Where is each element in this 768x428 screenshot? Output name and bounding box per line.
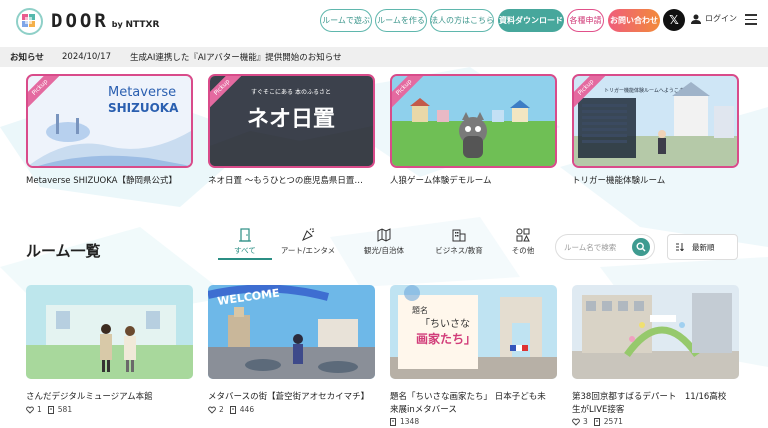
view-count-icon [390,417,396,426]
room-card-thumbnail-3[interactable]: 題名 「ちいさな 画家たち」 [390,285,557,379]
pickup-1-thumb-text-2: SHIZUOKA [108,101,179,115]
pickup-2-thumb-text-1: ネオ日置 [247,107,335,132]
pickup-thumbnail: トリガー機能体験ルームへようこそ [574,76,737,166]
logo-by: by [111,19,123,29]
nav-corporate-button[interactable]: 法人の方はこちら [430,9,494,32]
room-title-4[interactable]: 第38回京都すばるデパート 11/16高校 生がLIVE接客 [572,391,744,417]
sort-label: 最新順 [692,242,715,252]
pickup-1-thumb-text-1: Metaverse [108,85,176,100]
heart-icon [26,406,34,414]
room-card-thumbnail-1[interactable] [26,285,193,379]
user-icon [691,14,701,24]
map-icon [377,228,391,242]
room-thumbnail: WELCOME [208,285,375,379]
heart-icon [572,418,580,426]
notice-label: お知らせ [10,53,44,63]
site-header: DOOR by NTTXR ルームで遊ぶ ルームを作る 法人の方はこちら 資料ダ… [0,0,768,42]
category-label: 観光/自治体 [363,246,405,255]
room-title-3-line-2: 来展inメタバース [390,405,457,415]
pickup-title-1[interactable]: Metaverse SHIZUOKA【静岡県公式】 [26,174,177,186]
sort-icon [676,243,684,251]
door-logo[interactable]: DOOR by NTTXR [16,7,159,35]
category-label: その他 [511,246,535,255]
room-3-thumb-text-2: 「ちいさな [420,318,470,330]
room-stats-2: 2 446 [208,405,260,414]
room-title-2[interactable]: メタバースの街【蒼空街アオセカイマチ】 [208,391,380,404]
room-card-thumbnail-2[interactable]: WELCOME [208,285,375,379]
nav-play-room-button[interactable]: ルームで遊ぶ [320,9,372,32]
logo-brand: NTTXR [125,19,160,30]
view-count: 446 [239,405,255,414]
download-materials-button[interactable]: 資料ダウンロード [498,9,564,32]
category-label: すべて [234,246,256,255]
room-title-1[interactable]: さんだデジタルミュージアム本館 [26,391,196,404]
search-button[interactable] [632,238,650,256]
like-count: 1 [37,405,42,414]
room-stats-4: 3 2571 [572,417,629,426]
room-title-4-line-2: 生がLIVE接客 [572,405,625,415]
pickup-thumbnail: すぐそこにある 本のふるさと ネオ日置 [210,76,373,166]
room-title-3[interactable]: 題名「ちいさな画家たち」 日本子ども未 来展inメタバース [390,391,562,417]
pickup-thumbnail: Metaverse SHIZUOKA [28,76,191,166]
pickup-thumbnail [392,76,555,166]
room-search-input[interactable] [564,242,628,252]
logo-text: DOOR [51,10,109,32]
room-thumbnail [572,285,739,379]
view-count: 581 [57,405,73,414]
notice-link[interactable]: 生成AI連携した『AIアバター機能』提供開始のお知らせ [130,51,342,63]
pickup-title-3[interactable]: 人狼ゲーム体験デモルーム [390,174,492,186]
category-tab-art[interactable]: アート/エンタメ [275,228,341,256]
room-3-thumb-text-3: 画家たち」 [416,331,476,346]
pickup-2-thumb-text-2: すぐそこにある 本のふるさと [251,88,331,96]
pickup-card-neo-hioki[interactable]: Pickup すぐそこにある 本のふるさと ネオ日置 [208,74,375,168]
building-icon [452,229,466,242]
category-label: ビジネス/教育 [435,246,483,255]
view-count: 1348 [400,417,420,426]
category-tab-business[interactable]: ビジネス/教育 [431,228,487,256]
room-stats-1: 1 581 [26,405,78,414]
pickup-card-werewolf[interactable]: Pickup [390,74,557,168]
pickup-card-trigger[interactable]: Pickup トリガー機能体験ルームへようこそ [572,74,739,168]
nav-create-room-button[interactable]: ルームを作る [375,9,427,32]
x-social-icon[interactable]: 𝕏 [663,9,685,31]
room-list-title: ルーム一覧 [26,242,101,260]
search-icon [636,242,646,252]
category-tab-tourism[interactable]: 観光/自治体 [358,228,410,256]
view-count-icon [47,405,54,414]
room-stats-3: 1348 [390,417,425,426]
logo-sub: by NTTXR [112,20,160,30]
door-icon [239,228,251,242]
party-popper-icon [302,228,315,241]
pickup-title-4[interactable]: トリガー機能体験ルーム [572,174,665,186]
room-thumbnail [26,285,193,379]
pickup-title-2[interactable]: ネオ日置 ～もうひとつの鹿児島県日置… [208,174,363,186]
door-logo-mark-icon [16,7,43,35]
view-count-icon [229,405,236,414]
like-count: 2 [219,405,224,414]
sort-select[interactable]: 最新順 [667,234,738,260]
notice-bar: お知らせ 2024/10/17 生成AI連携した『AIアバター機能』提供開始のお… [0,47,768,67]
pickup-4-thumb-text: トリガー機能体験ルームへようこそ [604,87,684,94]
contact-button[interactable]: お問い合わせ [608,9,660,32]
room-3-thumb-text-1: 題名 [412,305,428,315]
room-search-box [555,234,655,260]
pickup-card-shizuoka[interactable]: Pickup Metaverse SHIZUOKA [26,74,193,168]
room-card-thumbnail-4[interactable] [572,285,739,379]
grid-icon [516,228,530,242]
category-tab-all[interactable]: すべて [218,228,272,260]
login-label: ログイン [705,14,737,23]
room-title-4-line-1: 第38回京都すばるデパート 11/16高校 [572,392,727,402]
applications-button[interactable]: 各種申請 [567,9,604,32]
like-count: 3 [583,417,588,426]
heart-icon [208,406,216,414]
room-thumbnail: 題名 「ちいさな 画家たち」 [390,285,557,379]
notice-date: 2024/10/17 [62,52,111,62]
room-title-3-line-1: 題名「ちいさな画家たち」 日本子ども未 [390,392,546,402]
view-count-icon [593,417,600,426]
view-count: 2571 [603,417,623,426]
login-link[interactable]: ログイン [691,13,737,24]
category-label: アート/エンタメ [280,246,336,255]
category-tab-other[interactable]: その他 [507,228,539,256]
hamburger-menu-icon[interactable] [745,14,757,25]
